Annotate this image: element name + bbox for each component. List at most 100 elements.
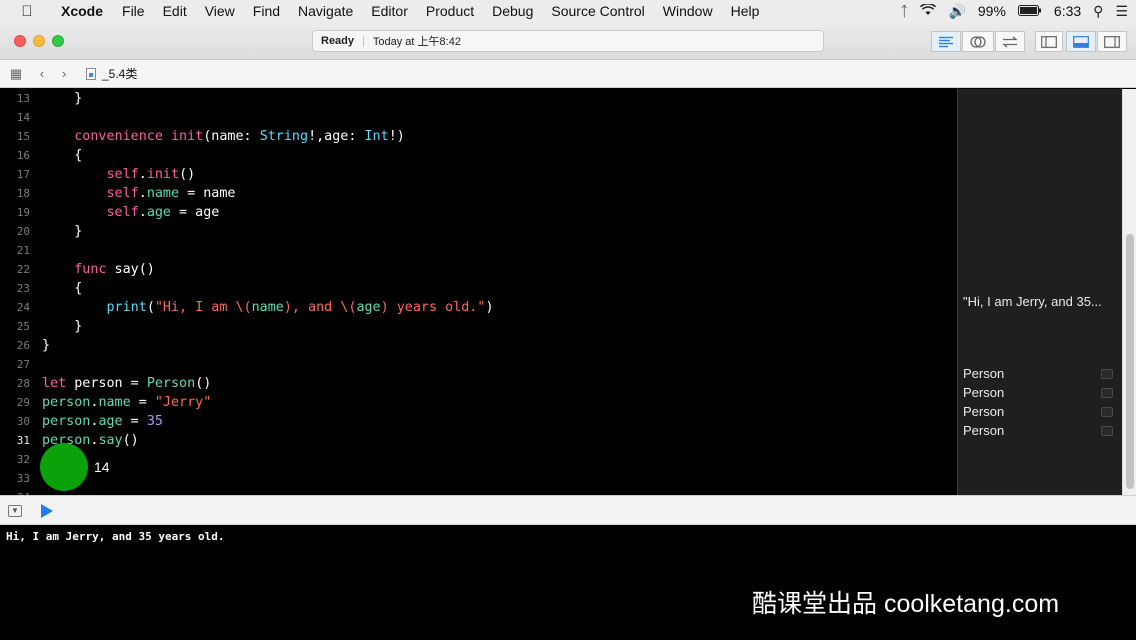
quick-look-icon[interactable] (1101, 369, 1113, 379)
code-line: 17 self.init() (0, 165, 957, 184)
code-line: 13 } (0, 89, 957, 108)
status-timestamp: Today at 上午8:42 (372, 36, 461, 48)
standard-editor-button[interactable] (931, 31, 961, 52)
line-number: 18 (16, 187, 30, 200)
spotlight-search-icon[interactable]: ⚲ (1093, 3, 1103, 20)
code-line: 16 { (0, 146, 957, 165)
scrollbar-thumb[interactable] (1126, 234, 1134, 489)
menu-file[interactable]: File (113, 3, 154, 19)
code-text: } (42, 224, 83, 239)
menu-debug[interactable]: Debug (483, 3, 542, 19)
code-line: 30 person.age = 35 (0, 412, 957, 431)
result-value: "Hi, I am Jerry, and 35... (963, 294, 1102, 309)
code-line: 22 func say() (0, 260, 957, 279)
line-number: 20 (16, 225, 30, 238)
notification-center-icon[interactable]: ☰ (1115, 3, 1128, 20)
line-number: 13 (16, 92, 30, 105)
toggle-debug-area-button[interactable] (1066, 31, 1096, 52)
line-number: 19 (16, 206, 30, 219)
touch-indicator-label: 14 (94, 459, 110, 475)
toggle-navigator-button[interactable] (1035, 31, 1063, 52)
line-number: 17 (16, 168, 30, 181)
editor-scrollbar[interactable] (1122, 89, 1136, 495)
wifi-icon[interactable] (920, 3, 937, 19)
code-line: 24 print("Hi, I am \(name), and \(age) y… (0, 298, 957, 317)
code-text: self.age = age (106, 205, 220, 220)
quick-look-icon[interactable] (1101, 407, 1113, 417)
menu-help[interactable]: Help (722, 3, 769, 19)
result-value: Person (963, 423, 1005, 438)
code-editor[interactable]: 13 } 14 15 convenience init(name: String… (0, 89, 957, 495)
window-titlebar: Ready | Today at 上午8:42 (0, 22, 1136, 60)
menu-view[interactable]: View (196, 3, 244, 19)
result-value: Person (963, 366, 1005, 381)
touch-indicator (40, 443, 88, 491)
line-number: 22 (16, 263, 30, 276)
line-number: 26 (16, 339, 30, 352)
navigator-panel-icon (1041, 35, 1057, 48)
console-area[interactable]: Hi, I am Jerry, and 35 years old. (0, 525, 1136, 640)
quick-look-icon[interactable] (1101, 426, 1113, 436)
code-text: person.name = "Jerry" (42, 395, 212, 410)
code-line: 21 (0, 241, 957, 260)
activity-status: Ready | Today at 上午8:42 (312, 30, 824, 52)
code-text: { (42, 148, 83, 163)
result-line-24[interactable]: "Hi, I am Jerry, and 35... (963, 292, 1121, 311)
menu-edit[interactable]: Edit (154, 3, 196, 19)
code-line: 14 (0, 108, 957, 127)
apple-icon[interactable]:  (18, 3, 36, 20)
status-separator: | (362, 35, 365, 47)
back-chevron-icon[interactable]: ‹ (34, 66, 50, 81)
bluetooth-icon[interactable]: ᛏ (900, 3, 908, 19)
code-line: 25 } (0, 317, 957, 336)
code-text: self.name = name (106, 186, 236, 201)
line-number: 15 (16, 130, 30, 143)
toggle-utilities-button[interactable] (1097, 31, 1127, 52)
volume-icon[interactable]: 🔊 (948, 3, 965, 20)
minimize-window-button[interactable] (33, 35, 45, 47)
line-number: 24 (16, 301, 30, 314)
quick-look-icon[interactable] (1101, 388, 1113, 398)
code-text: convenience init(name: String!,age: Int!… (74, 129, 405, 144)
assistant-editor-button[interactable] (962, 31, 994, 52)
result-line-31[interactable]: Person (963, 421, 1121, 440)
code-line: 27 (0, 355, 957, 374)
forward-chevron-icon[interactable]: › (56, 66, 72, 81)
code-line: 20 } (0, 222, 957, 241)
menu-navigate[interactable]: Navigate (289, 3, 362, 19)
code-text: let person = Person() (42, 376, 212, 391)
menu-editor[interactable]: Editor (362, 3, 417, 19)
utilities-panel-icon (1104, 35, 1120, 48)
code-text: func say() (74, 262, 155, 277)
code-text: } (42, 338, 51, 353)
result-line-29[interactable]: Person (963, 383, 1121, 402)
code-line: 31 person.say() (0, 431, 957, 450)
version-editor-button[interactable] (995, 31, 1025, 52)
menu-find[interactable]: Find (244, 3, 289, 19)
code-text: person.say() (42, 433, 139, 448)
clock-time[interactable]: 6:33 (1054, 3, 1081, 19)
menu-bar:  Xcode File Edit View Find Navigate Edi… (0, 0, 1136, 22)
menu-window[interactable]: Window (654, 3, 722, 19)
code-line: 32 (0, 450, 957, 469)
breadcrumb-filename[interactable]: _5.4类 (102, 65, 137, 82)
battery-percent: 99% (977, 3, 1006, 19)
code-text: } (42, 91, 83, 106)
code-line: 19 self.age = age (0, 203, 957, 222)
line-number: 33 (16, 472, 30, 485)
console-output: Hi, I am Jerry, and 35 years old. (6, 530, 225, 543)
run-playground-icon[interactable] (41, 504, 53, 518)
assistant-editor-icon (970, 35, 986, 48)
battery-icon[interactable] (1017, 3, 1042, 19)
hide-debug-area-icon[interactable]: ▼ (8, 505, 22, 517)
menu-source-control[interactable]: Source Control (542, 3, 653, 19)
line-number: 27 (16, 358, 30, 371)
menu-xcode[interactable]: Xcode (52, 3, 113, 19)
close-window-button[interactable] (14, 35, 26, 47)
fullscreen-window-button[interactable] (52, 35, 64, 47)
line-number: 25 (16, 320, 30, 333)
result-line-30[interactable]: Person (963, 402, 1121, 421)
menu-product[interactable]: Product (417, 3, 483, 19)
result-line-28[interactable]: Person (963, 364, 1121, 383)
related-items-grid-icon[interactable]: ▦ (8, 66, 24, 82)
